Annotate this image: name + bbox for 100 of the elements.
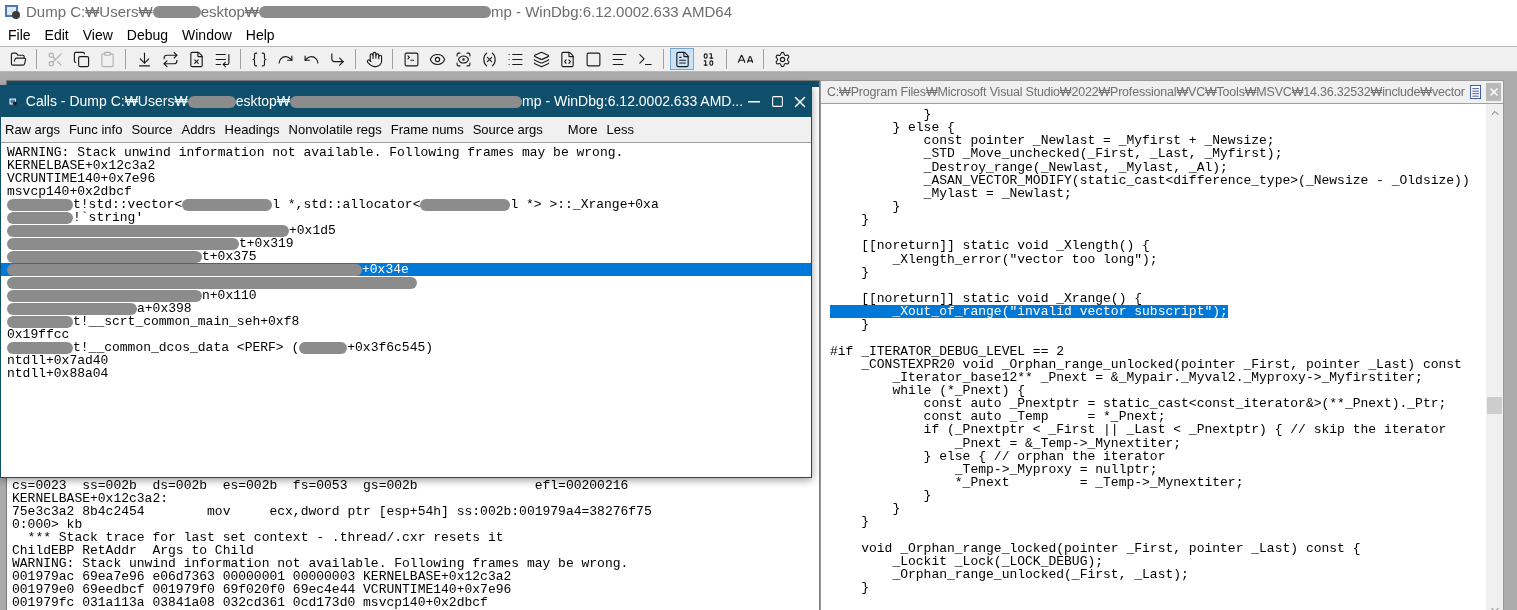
code-line: #if _ITERATOR_DEBUG_LEVEL == 2 (830, 344, 1065, 358)
minimize-icon (748, 100, 761, 103)
stack-frame-row[interactable]: !`string' (1, 211, 811, 224)
code-line: if (_Pnextptr < _First || _Last < _Pnextptr) { // skip the iterator (922, 423, 1447, 437)
option-button[interactable]: Headings (224, 119, 280, 140)
code-line: _Xlength_error("vector too long"); (892, 252, 1158, 266)
code-line: } (860, 318, 869, 332)
redaction-mark (7, 341, 73, 354)
text: +0x3f6c545) (347, 341, 434, 354)
text: l *,std::allocator< (272, 198, 421, 211)
stack-frame-row[interactable]: KERNELBASE+0x12c3a2 (1, 159, 811, 172)
code-line: _ASAN_VECTOR_MODIFY(static_cast<difference_type>(_Newsize - _Oldsize)) (922, 173, 1470, 187)
text: VCRUNTIME140+0x7e96 (7, 172, 156, 185)
code-line: } (922, 489, 932, 503)
redaction-mark (299, 341, 348, 354)
text: +0x1d5 (289, 224, 336, 237)
document-icon[interactable] (1468, 83, 1483, 101)
paste-icon (98, 50, 116, 68)
close-icon (1487, 86, 1500, 98)
text: l *> >::_Xrange+0xa (510, 198, 659, 211)
code-line: *_Pnext = _Temp->_Mynextiter; (953, 475, 1244, 489)
output-line: ChildEBP RetAddr Args to Child (12, 544, 254, 557)
code-line: [[noreturn]] static void _Xrange() { (860, 291, 1143, 305)
menu-item[interactable]: Debug (124, 24, 171, 46)
menu-item[interactable]: View (80, 24, 115, 46)
menu-item[interactable]: Edit (42, 24, 71, 46)
stack-frame-row[interactable]: ntdll+0x7ad40 (1, 354, 811, 367)
stack-frame-row[interactable]: 0x19ffcc (1, 328, 811, 341)
text: t!__scrt_common_main_seh+0xf8 (73, 315, 300, 328)
redaction-mark (187, 95, 236, 108)
app-icon (4, 3, 22, 21)
text: ntdll+0x7ad40 (7, 354, 109, 367)
code-line: const auto _Temp = *_Pnext; (922, 410, 1166, 424)
code-line: const pointer _Newlast = _Myfirst + _Newsize; (922, 134, 1275, 148)
cut-icon (46, 50, 64, 68)
text: 0x19ffcc (7, 328, 70, 341)
output-line: 0:000> kb (12, 518, 83, 531)
toolbar-button[interactable] (670, 48, 694, 70)
menu-item[interactable]: Help (243, 24, 277, 46)
stack-frame-row[interactable]: t!__common_dcos_data <PERF> ( +0x3f6c545) (1, 341, 811, 354)
output-line: WARNING: Stack unwind information not available. Following frames may be wrong. (12, 557, 629, 570)
text: !`string' (73, 211, 144, 224)
code-line: _Lockit _Lock(_LOCK_DEBUG); (891, 554, 1104, 568)
option-button[interactable]: Nonvolatile regs (288, 119, 382, 140)
text: ntdll+0x88a04 (7, 367, 109, 380)
text: msvcp140+0x2dbcf (7, 185, 132, 198)
code-line: } (891, 502, 901, 516)
text: WARNING: Stack unwind information not available. Following frames may be wrong. (7, 146, 624, 159)
text: Calls - Dump C:₩Users₩ (25, 92, 188, 111)
menu-item[interactable]: Window (180, 24, 234, 46)
text: t+0x319 (239, 237, 294, 250)
text: esktop₩ (235, 92, 291, 111)
option-button[interactable]: Source (131, 119, 173, 140)
option-button[interactable]: Source args (472, 119, 543, 140)
code-line: } (860, 265, 869, 279)
text: n+0x110 (202, 289, 257, 302)
stack-frame-row[interactable]: WARNING: Stack unwind information not available. Following frames may be wrong. (1, 146, 811, 159)
stack-frame-row[interactable]: ntdll+0x88a04 (1, 367, 811, 380)
stack-frame-row[interactable]: +0x1d5 (1, 224, 811, 237)
text: mp - WinDbg:6.12.0002.633 AMD... (522, 92, 744, 111)
code-line: } (860, 213, 869, 227)
option-button[interactable]: More (567, 119, 598, 140)
code-line: } (860, 515, 869, 529)
redaction-mark (7, 198, 73, 211)
command-window-icon (402, 50, 420, 68)
text: t+0x375 (202, 250, 257, 263)
code-line: } (923, 108, 932, 121)
code-line: const auto _Pnextptr = static_cast<const_iterator&>(**_Pnext)._Ptr; (922, 397, 1447, 411)
option-button[interactable]: Frame nums (390, 119, 464, 140)
code-line: } else { (891, 121, 955, 135)
output-line: KERNELBASE+0x12c3a2: (12, 492, 169, 505)
code-line: _Destroy_range(_Newlast, _Mylast, _Al); (922, 160, 1228, 174)
scrollbar-thumb[interactable] (1487, 397, 1502, 414)
text: t!std::vector< (73, 198, 183, 211)
text: KERNELBASE+0x12c3a2 (7, 159, 156, 172)
option-button[interactable]: Raw args (5, 119, 60, 140)
option-button[interactable]: Func info (68, 119, 123, 140)
code-line: } (891, 200, 901, 213)
menu-item[interactable]: File (6, 24, 33, 46)
output-line: *** Stack trace for last set context - .thread/.cxr resets it (26, 531, 504, 544)
output-line: cs=0023 ss=002b ds=002b es=002b fs=0053 gs=002b efl=00200216 (12, 479, 629, 492)
stack-frame-row[interactable]: t!__scrt_common_main_seh+0xf8 (1, 315, 811, 328)
text: t!__common_dcos_data <PERF> ( (73, 341, 300, 354)
stack-frame-row[interactable]: n+0x110 (1, 289, 811, 302)
code-line: _CONSTEXPR20 void _Orphan_range_unlocked(pointer _First, pointer _Last) const (860, 357, 1462, 371)
stack-frame-row[interactable]: +0x34e (1, 263, 811, 276)
code-line: while (*_Pnext) { (891, 383, 1026, 397)
text: mp - WinDbg:6.12.0002.633 AMD64 (491, 1, 732, 22)
scrollbar[interactable] (1486, 104, 1503, 610)
window-title: C:₩Program Files₩Microsoft Visual Studio₩2022₩Professional₩VC₩Tools₩MSVC₩14.36.32532₩include₩vector (827, 83, 1465, 101)
stack-frame-row[interactable]: a+0x398 (1, 302, 811, 315)
stack-frame-row[interactable]: t+0x375 (1, 250, 811, 263)
option-button[interactable]: Less (606, 119, 634, 140)
option-button[interactable]: Addrs (181, 119, 216, 140)
stack-frame-row[interactable]: t+0x319 (1, 237, 811, 250)
stack-frame-row[interactable]: msvcp140+0x2dbcf (1, 185, 811, 198)
stack-frame-row[interactable]: t!std::vector< l *,std::allocator< l *> >::_Xrange+0xa (1, 198, 811, 211)
settings-icon (773, 50, 791, 68)
code-line: _Temp->_Myproxy = nullptr; (953, 462, 1158, 476)
stack-frame-row[interactable]: VCRUNTIME140+0x7e96 (1, 172, 811, 185)
